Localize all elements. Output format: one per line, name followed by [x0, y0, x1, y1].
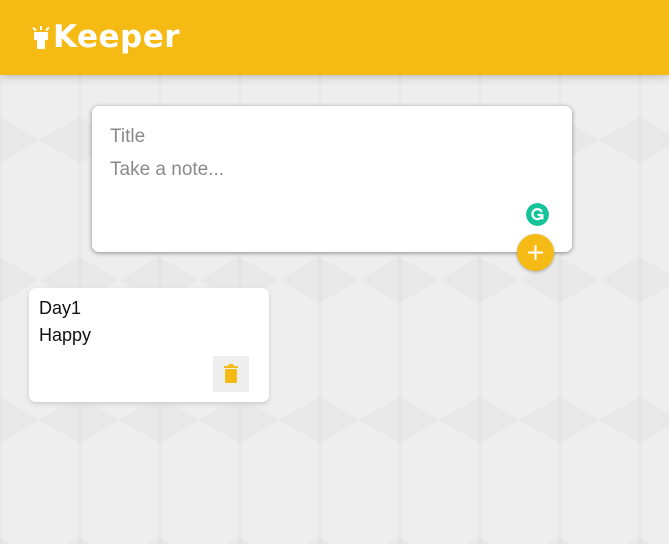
plus-icon	[528, 245, 543, 260]
delete-note-button[interactable]	[213, 356, 249, 392]
note-title-input[interactable]	[110, 125, 530, 149]
note-card: Day1 Happy	[29, 288, 269, 402]
note-content: Happy	[39, 325, 92, 345]
trash-icon	[224, 364, 238, 383]
lightbulb-icon	[32, 26, 50, 49]
create-note-form	[92, 106, 572, 252]
add-note-button[interactable]	[517, 234, 554, 271]
app-header: Keeper	[0, 0, 669, 75]
note-title: Day1	[39, 298, 82, 318]
grammarly-icon[interactable]	[526, 203, 549, 226]
app-title: Keeper	[53, 19, 181, 55]
note-content-input[interactable]	[110, 158, 530, 218]
